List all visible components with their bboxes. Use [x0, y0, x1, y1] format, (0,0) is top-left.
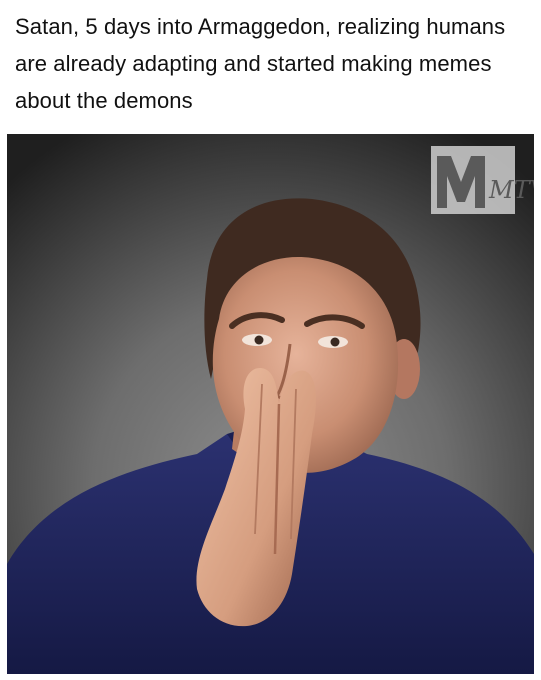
right-pupil — [330, 337, 340, 347]
left-pupil — [254, 335, 264, 345]
meme-caption: Satan, 5 days into Armaggedon, realizing… — [15, 14, 506, 113]
meme-post: Satan, 5 days into Armaggedon, realizing… — [0, 0, 541, 680]
mtv-logo-text: MTV — [488, 176, 534, 204]
photo-illustration: MTV — [7, 134, 534, 674]
meme-photo: MTV — [7, 134, 534, 674]
